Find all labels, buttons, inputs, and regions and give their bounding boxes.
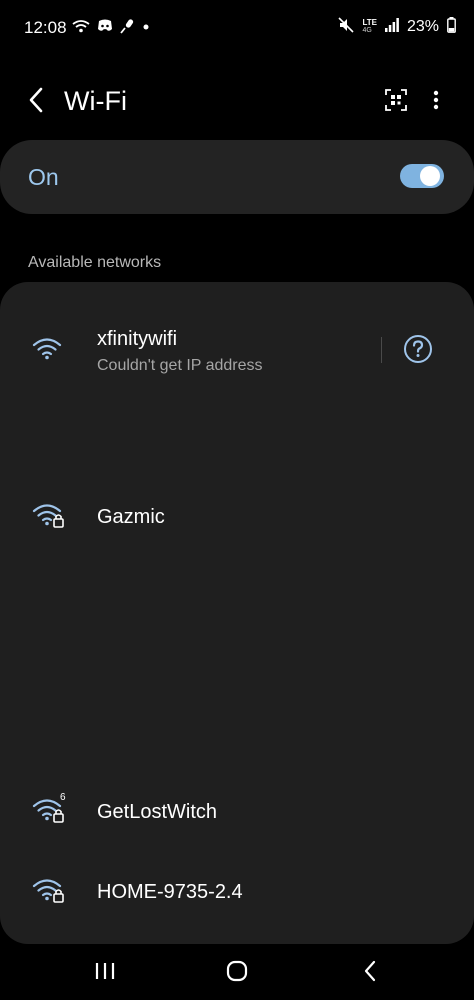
network-name: GetLostWitch <box>97 801 218 823</box>
network-list: xfinitywifi Couldn't get IP address Gazm… <box>0 282 474 944</box>
back-button[interactable] <box>20 86 52 118</box>
network-name: HOME-9735-2.4 <box>97 881 243 903</box>
battery-icon <box>447 16 456 38</box>
status-notification-icons <box>72 18 151 38</box>
network-item-gazmic[interactable]: Gazmic <box>0 492 474 542</box>
available-networks-label: Available networks <box>28 254 162 271</box>
back-icon <box>363 960 377 987</box>
network-status: Couldn't get IP address <box>97 357 263 374</box>
wifi6-badge: 6 <box>60 792 66 803</box>
status-bar: 12:08 LTE 4G 23% <box>0 0 474 56</box>
more-options-button[interactable] <box>424 88 448 116</box>
lte-icon: LTE 4G <box>362 19 377 35</box>
discord-icon <box>97 19 113 37</box>
wifi-icon <box>72 19 90 38</box>
network-name: xfinitywifi <box>97 328 178 350</box>
page-title: Wi-Fi <box>64 86 127 116</box>
mute-icon <box>338 16 355 38</box>
signal-icon <box>384 17 399 37</box>
switch-thumb <box>420 166 440 186</box>
home-button[interactable] <box>217 958 257 988</box>
network-type-label: LTE <box>362 18 377 27</box>
battery-percent: 23% <box>406 18 439 35</box>
network-item-xfinitywifi[interactable]: xfinitywifi Couldn't get IP address <box>0 322 474 392</box>
recents-button[interactable] <box>85 958 125 988</box>
wifi-lock-icon <box>32 877 66 905</box>
header: Wi-Fi <box>0 72 474 132</box>
dot-icon <box>141 19 151 37</box>
network-item-getlostwitch[interactable]: 6 GetLostWitch <box>0 787 474 837</box>
question-circle-icon <box>403 334 433 369</box>
network-name: Gazmic <box>97 506 165 528</box>
wifi-toggle-switch[interactable] <box>400 164 444 188</box>
chevron-left-icon <box>28 87 44 118</box>
qr-scan-button[interactable] <box>382 88 410 116</box>
back-nav-button[interactable] <box>350 958 390 988</box>
status-time: 12:08 <box>24 18 67 37</box>
qr-scan-icon <box>385 88 407 116</box>
network-item-home-9735[interactable]: HOME-9735-2.4 <box>0 867 474 917</box>
network-help-button[interactable] <box>402 334 434 369</box>
wifi-icon <box>32 336 66 364</box>
recents-icon <box>94 961 116 986</box>
microphone-icon <box>120 18 134 39</box>
home-icon <box>226 960 248 987</box>
wifi-lock-icon <box>32 502 66 530</box>
more-vertical-icon <box>433 90 439 115</box>
navigation-bar <box>0 944 474 1000</box>
status-system-icons: LTE 4G 23% <box>338 16 456 38</box>
wifi-toggle-label: On <box>28 164 59 190</box>
divider <box>381 337 382 363</box>
network-subtype-label: 4G <box>362 27 372 34</box>
